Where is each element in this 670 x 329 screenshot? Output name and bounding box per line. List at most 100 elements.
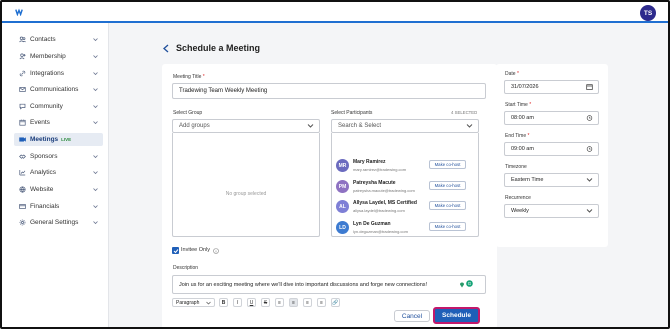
- chevron-down-icon: [586, 209, 593, 213]
- user-plus-icon: [19, 53, 26, 60]
- sidebar-item-contacts[interactable]: Contacts: [14, 33, 103, 46]
- chevron-down-icon: [93, 221, 98, 225]
- schedule-button[interactable]: Schedule: [433, 307, 480, 324]
- align-right-button[interactable]: ≡: [317, 298, 326, 307]
- bullet-list-button[interactable]: ≡: [275, 298, 284, 307]
- avatar: PM: [336, 180, 349, 193]
- clock-icon[interactable]: [586, 115, 593, 121]
- description-editor[interactable]: Join us for an exciting meeting where we…: [172, 275, 486, 294]
- chevron-down-icon: [93, 188, 98, 192]
- back-arrow-icon[interactable]: [162, 44, 170, 53]
- check-icon: [173, 248, 178, 253]
- app-window: TS Contacts Membership Integrations Communi…: [0, 0, 670, 329]
- chevron-down-icon: [93, 55, 98, 59]
- date-value: 31/07/2026: [511, 84, 539, 90]
- sidebar-item-website[interactable]: Website: [14, 183, 103, 196]
- avatar[interactable]: TS: [640, 5, 656, 21]
- list-item[interactable]: PM Patreysha Macute patreysha.macute@trade…: [333, 177, 479, 197]
- participant-name: Patreysha Macute: [353, 180, 396, 186]
- sidebar-item-financials[interactable]: Financials: [14, 200, 103, 213]
- video-icon: [19, 137, 26, 142]
- sidebar-item-sponsors[interactable]: Sponsors: [14, 150, 103, 163]
- italic-button[interactable]: I: [233, 298, 242, 307]
- participants-search[interactable]: Search & Select: [331, 119, 479, 133]
- sidebar: Contacts Membership Integrations Communicat…: [2, 23, 109, 327]
- meeting-title-label: Meeting Title *: [173, 74, 205, 80]
- align-center-button[interactable]: ≡: [303, 298, 312, 307]
- logo-icon[interactable]: [15, 8, 23, 16]
- make-cohost-button[interactable]: Make co-host: [429, 160, 466, 169]
- sidebar-item-label: Analytics: [30, 169, 57, 176]
- handshake-icon: [19, 154, 26, 159]
- make-cohost-button[interactable]: Make co-host: [429, 201, 466, 210]
- participant-name: Lyn De Guzman: [353, 221, 391, 227]
- make-cohost-button[interactable]: Make co-host: [429, 222, 466, 231]
- date-input[interactable]: 31/07/2026: [504, 80, 599, 94]
- link-icon: [19, 70, 26, 77]
- recurrence-select[interactable]: Weekly: [504, 204, 599, 218]
- page-title: Schedule a Meeting: [176, 43, 261, 53]
- timezone-value: Eastern Time: [511, 177, 544, 183]
- list-item[interactable]: AL Allysa Laydel, MS Certified allysa.layd…: [333, 197, 479, 217]
- recurrence-label: Recurrence: [505, 195, 531, 201]
- end-time-input[interactable]: 09:00 am: [504, 142, 599, 156]
- avatar: AL: [336, 200, 349, 213]
- cancel-button[interactable]: Cancel: [394, 310, 430, 322]
- sidebar-item-analytics[interactable]: Analytics: [14, 166, 103, 179]
- calendar-icon: [19, 119, 26, 126]
- paragraph-select[interactable]: Paragraph: [172, 298, 215, 307]
- chevron-down-icon: [93, 155, 98, 159]
- mail-icon: [19, 87, 26, 92]
- invitee-only-checkbox[interactable]: [172, 247, 179, 254]
- users-icon: [19, 36, 26, 43]
- grammarly-icon[interactable]: G: [466, 280, 473, 287]
- live-badge: LIVE: [61, 137, 72, 142]
- list-item[interactable]: LD Lyn De Guzman lyn.deguzman@tradewing.co…: [333, 218, 479, 238]
- sidebar-item-integrations[interactable]: Integrations: [14, 67, 103, 80]
- timezone-select[interactable]: Eastern Time: [504, 173, 599, 187]
- make-cohost-button[interactable]: Make co-host: [429, 181, 466, 190]
- bold-button[interactable]: B: [219, 298, 228, 307]
- avatar: MR: [336, 159, 349, 172]
- pin-icon: [460, 282, 464, 288]
- start-time-input[interactable]: 08:00 am: [504, 111, 599, 125]
- calendar-icon[interactable]: [586, 84, 593, 90]
- chart-icon: [19, 170, 26, 176]
- participant-name: Mary Ramirez: [353, 159, 386, 165]
- info-icon[interactable]: [213, 248, 219, 254]
- link-button[interactable]: 🔗: [331, 298, 340, 307]
- participants-label: Select Participants: [331, 110, 373, 116]
- sidebar-item-label: Contacts: [30, 36, 56, 43]
- list-item[interactable]: MR Mary Ramirez mary.ramirez@tradewing.com…: [333, 156, 479, 176]
- sidebar-item-label: Financials: [30, 203, 60, 210]
- chevron-down-icon: [307, 124, 314, 128]
- sidebar-item-general-settings[interactable]: General Settings: [14, 216, 103, 229]
- sidebar-item-meetings[interactable]: Meetings LIVE: [14, 133, 103, 146]
- participant-email: allysa.laydel@tradewing.com: [353, 208, 405, 213]
- start-time-value: 08:00 am: [511, 115, 534, 121]
- sidebar-item-label: Meetings: [30, 136, 59, 143]
- underline-button[interactable]: U: [247, 298, 256, 307]
- participant-email: mary.ramirez@tradewing.com: [353, 167, 407, 172]
- no-group-text: No group selected: [225, 191, 267, 197]
- meeting-title-input[interactable]: Tradewing Team Weekly Meeting: [172, 83, 486, 99]
- sidebar-item-communications[interactable]: Communications: [14, 83, 103, 96]
- participants-selected-count: 4 SELECTED: [451, 110, 478, 115]
- chevron-down-icon: [586, 178, 593, 182]
- end-time-value: 09:00 am: [511, 146, 534, 152]
- chat-icon: [19, 103, 26, 110]
- clock-icon[interactable]: [586, 146, 593, 152]
- sidebar-item-membership[interactable]: Membership: [14, 50, 103, 63]
- date-label: Date *: [505, 71, 519, 77]
- description-label: Description: [173, 265, 199, 271]
- sidebar-item-label: Website: [30, 186, 54, 193]
- top-bar: TS: [2, 2, 668, 23]
- group-select[interactable]: Add groups: [172, 119, 320, 133]
- select-group-label: Select Group: [173, 110, 203, 116]
- strikethrough-button[interactable]: S: [261, 298, 270, 307]
- paragraph-select-value: Paragraph: [176, 299, 200, 306]
- sidebar-item-community[interactable]: Community: [14, 100, 103, 113]
- align-left-button[interactable]: ≡: [289, 298, 298, 307]
- sidebar-item-events[interactable]: Events: [14, 116, 103, 129]
- chevron-down-icon: [466, 124, 473, 128]
